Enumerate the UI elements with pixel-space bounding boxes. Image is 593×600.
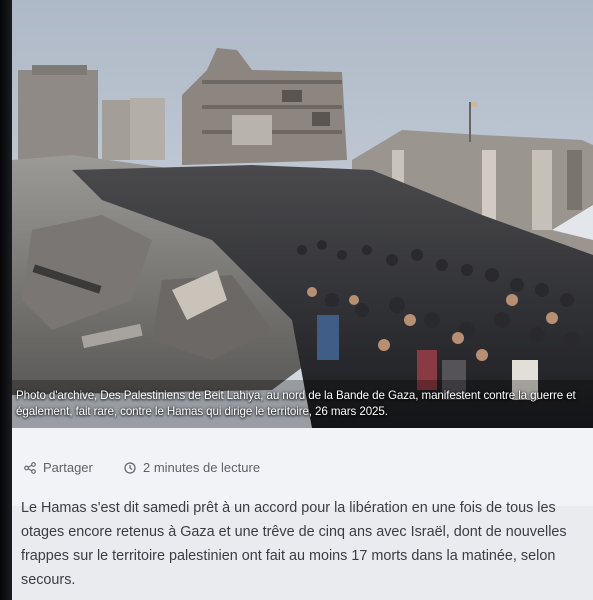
browser-viewport: Photo d'archive, Des Palestiniens de Bei… xyxy=(12,0,593,600)
clock-icon xyxy=(124,461,136,474)
share-icon xyxy=(24,461,36,474)
article-body: Le Hamas s'est dit samedi prêt à un acco… xyxy=(21,500,567,588)
photo-illustration xyxy=(12,0,593,428)
reading-time: 2 minutes de lecture xyxy=(124,460,260,475)
photo-caption: Photo d'archive, Des Palestiniens de Bei… xyxy=(16,389,576,418)
article-photo: Photo d'archive, Des Palestiniens de Bei… xyxy=(12,0,593,428)
screen-bezel xyxy=(0,0,12,600)
share-button[interactable]: Partager xyxy=(24,460,93,475)
reading-time-label: 2 minutes de lecture xyxy=(143,460,261,475)
share-label: Partager xyxy=(43,460,93,475)
article-meta: Partager 2 minutes de lecture xyxy=(12,428,593,506)
